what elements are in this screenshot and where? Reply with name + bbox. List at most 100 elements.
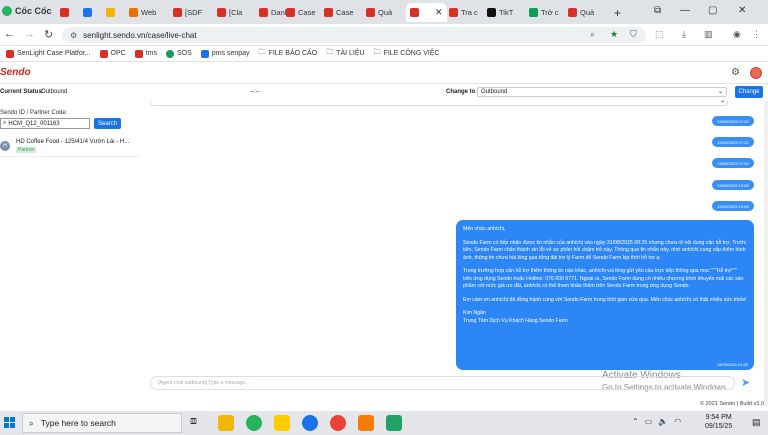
bookmark-opc[interactable]: OPC xyxy=(99,49,126,58)
tab-label: Case xyxy=(336,8,354,17)
back-icon[interactable]: ← xyxy=(4,28,15,40)
browser-tab[interactable] xyxy=(60,3,72,22)
coccoc-taskbar-icon[interactable] xyxy=(246,415,262,431)
browser-tab[interactable]: Trở c xyxy=(529,3,559,22)
tab-label: Trở c xyxy=(541,8,559,17)
notification-icon[interactable]: ▤ xyxy=(752,417,761,428)
conversation-list-item[interactable]: H HD Coffee Food - 125/41/4 Vườn Lài - H… xyxy=(0,137,140,157)
chevron-down-icon: ⌄ xyxy=(719,98,725,104)
clock-time: 9:54 PM xyxy=(705,414,732,421)
tab-label: Quả xyxy=(580,8,595,17)
tab-label: Tra c xyxy=(461,8,478,17)
url-field[interactable]: ⚙ senlight.sendo.vn/case/live-chat xyxy=(62,27,646,43)
browser-tab[interactable] xyxy=(106,3,118,22)
bookmark-label: FILE BÁO CÁO xyxy=(268,50,318,57)
account-icon[interactable]: ◉ xyxy=(733,29,741,40)
bookmark-star-icon[interactable]: ★ xyxy=(610,29,618,40)
tab-favicon-icon xyxy=(487,8,496,17)
close-tab-icon[interactable]: ✕ xyxy=(435,7,443,18)
volume-icon[interactable]: 🔈 xyxy=(658,417,668,426)
chevron-up-icon[interactable]: ⌃ xyxy=(632,417,639,426)
browser-tab[interactable] xyxy=(83,3,95,22)
reload-icon[interactable]: ↻ xyxy=(44,28,53,41)
browser-brand-label: Cốc Cốc xyxy=(15,6,52,16)
chat-app-icon[interactable] xyxy=(302,415,318,431)
network-icon[interactable]: ▭ xyxy=(645,417,653,426)
browser-tab[interactable]: ✕ xyxy=(406,3,447,22)
browser-tab[interactable]: Case xyxy=(286,3,316,22)
app-orange-icon[interactable] xyxy=(358,415,374,431)
menu-icon[interactable]: ⋮ xyxy=(752,29,761,40)
message-greeting: Mến chào anh/chị, xyxy=(463,226,506,232)
browser-tab[interactable]: Danh xyxy=(259,3,289,22)
avatar[interactable] xyxy=(750,67,762,79)
bookmark-label: SOS xyxy=(177,50,192,57)
shield-icon[interactable]: ⛉ xyxy=(630,29,637,40)
site-info-icon[interactable]: ⚙ xyxy=(70,31,77,40)
browser-tab[interactable]: Tra c xyxy=(449,3,478,22)
tab-favicon-icon xyxy=(217,8,226,17)
chat-scrollbar[interactable] xyxy=(764,101,768,406)
tab-favicon-icon xyxy=(259,8,268,17)
browser-tab[interactable]: Web xyxy=(129,3,156,22)
wifi-icon[interactable]: ◠ xyxy=(674,417,681,426)
bookmark-folder-cong-viec[interactable]: 🗀 FILE CÔNG VIỆC xyxy=(374,48,440,59)
browser-tab[interactable]: [SDF xyxy=(173,3,202,22)
browser-tab[interactable]: TikT xyxy=(487,3,513,22)
sendo-favicon-icon xyxy=(6,49,14,58)
tab-favicon-icon xyxy=(529,8,538,17)
bookmark-folder-tai-lieu[interactable]: 🗀 TÀI LIỆU xyxy=(326,48,364,59)
sticky-notes-icon[interactable] xyxy=(274,415,290,431)
download-icon[interactable]: ⤓ xyxy=(682,29,686,40)
folder-icon: 🗀 xyxy=(258,49,266,56)
windows-start-icon[interactable] xyxy=(4,417,15,428)
tab-search-icon[interactable]: ⧉ xyxy=(654,5,661,16)
browser-tab[interactable]: Quả xyxy=(568,3,594,22)
status-value: Outbound xyxy=(41,89,68,95)
browser-tab[interactable]: Quả xyxy=(366,3,392,22)
change-status-value: Outbound xyxy=(481,89,508,95)
taskbar-search-input[interactable]: ⌕ Type here to search xyxy=(22,413,182,433)
message-input[interactable]: [Agent chat outbound] Type a message... xyxy=(150,376,735,390)
sidebar-icon[interactable]: ▥ xyxy=(704,29,713,40)
footer-copyright: © 2021 Sendo | Build v3.0 xyxy=(700,401,764,407)
search-icon[interactable]: ⌕ xyxy=(590,29,595,40)
sos-favicon-icon xyxy=(166,49,174,58)
pms-favicon-icon xyxy=(200,49,209,58)
new-tab-icon[interactable]: + xyxy=(614,3,621,22)
browser-tab[interactable]: [Cla xyxy=(217,3,242,22)
search-icon: ⌕ xyxy=(29,417,34,428)
browser-tab[interactable]: Case xyxy=(324,3,354,22)
tab-favicon-icon xyxy=(60,8,69,17)
agent-message-bubble: Mến chào anh/chị, Sendo Farm có tiếp nhậ… xyxy=(456,220,754,370)
bookmark-folder-bao-cao[interactable]: 🗀 FILE BÁO CÁO xyxy=(259,48,318,59)
minimize-icon[interactable]: — xyxy=(680,5,690,16)
taskbar-search-placeholder: Type here to search xyxy=(40,418,116,428)
chat-top-dropdown[interactable]: ⌄ xyxy=(150,98,728,106)
tab-favicon-icon xyxy=(324,8,333,17)
tab-label: TikT xyxy=(499,8,514,17)
forward-icon[interactable]: → xyxy=(24,28,35,40)
bookmark-sos[interactable]: SOS xyxy=(166,49,192,58)
tab-favicon-icon xyxy=(366,8,375,17)
search-button[interactable]: Search xyxy=(94,118,121,129)
file-explorer-icon[interactable] xyxy=(218,415,234,431)
message-bubble: 15/09/2025 15:05 xyxy=(712,180,754,190)
close-window-icon[interactable]: ✕ xyxy=(738,5,746,16)
excel-icon[interactable] xyxy=(386,415,402,431)
change-status-select[interactable]: Outbound ⌄ xyxy=(477,87,727,97)
bookmark-pms[interactable]: pms senpay xyxy=(200,49,250,58)
taskbar-clock[interactable]: 9:54 PM 09/15/25 xyxy=(705,413,732,431)
chrome-icon[interactable] xyxy=(330,415,346,431)
extension-icon[interactable]: ⬚ xyxy=(655,29,664,40)
bookmark-tms[interactable]: tms xyxy=(134,49,157,58)
bookmark-senlight[interactable]: SenLight Case Platfor... xyxy=(6,49,91,58)
change-button[interactable]: Change xyxy=(735,86,763,98)
task-view-icon[interactable]: ⧈ xyxy=(190,415,206,431)
tab-favicon-icon xyxy=(173,8,182,17)
maximize-icon[interactable]: ▢ xyxy=(708,5,717,16)
message-paragraph-3: Em cảm ơn anh/chị đã đồng hành cùng với … xyxy=(463,296,747,303)
send-icon[interactable]: ➤ xyxy=(741,376,750,389)
gear-icon[interactable]: ⚙ xyxy=(731,67,740,78)
partner-search-input[interactable]: ⌕ HCM_Q12_001163 xyxy=(0,118,90,129)
